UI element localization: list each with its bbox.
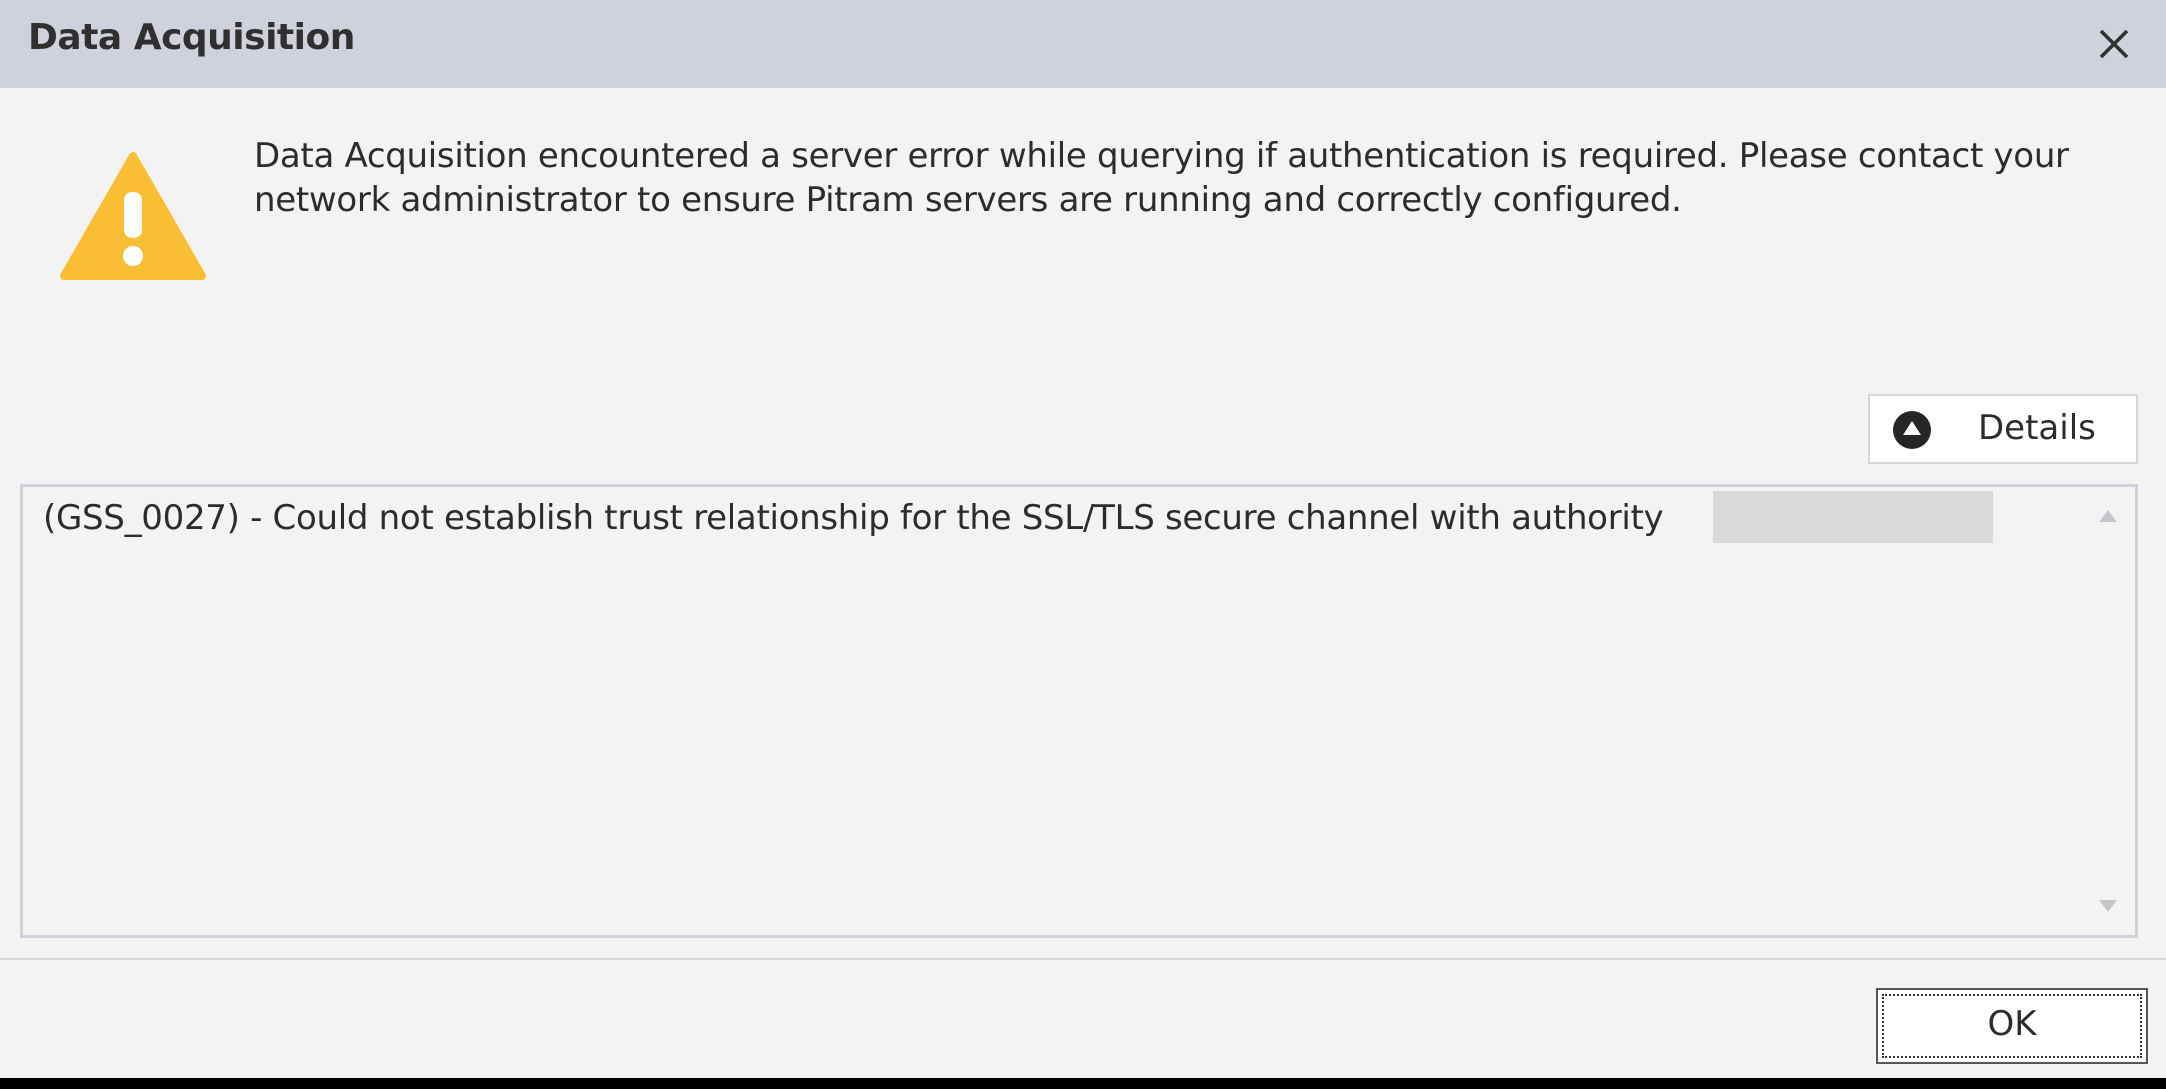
window-title: Data Acquisition — [28, 17, 355, 58]
title-bar[interactable]: Data Acquisition — [0, 0, 2166, 88]
ok-button[interactable]: OK — [1876, 988, 2148, 1064]
details-button[interactable]: Details — [1868, 394, 2138, 464]
scroll-up-button[interactable] — [2093, 501, 2123, 531]
scroll-up-icon — [2099, 510, 2117, 522]
scroll-down-button[interactable] — [2093, 891, 2123, 921]
close-icon — [2099, 29, 2129, 59]
error-message: Data Acquisition encountered a server er… — [254, 136, 2069, 220]
footer-separator — [0, 958, 2166, 960]
dialog-window: Data Acquisition Data Acquisition encoun… — [0, 0, 2166, 1078]
warning-icon — [60, 152, 206, 280]
close-button[interactable] — [2080, 10, 2148, 78]
collapse-up-icon — [1893, 411, 1931, 449]
redacted-block — [1713, 491, 1993, 543]
scroll-down-icon — [2099, 900, 2117, 912]
details-textbox[interactable]: (GSS_0027) - Could not establish trust r… — [20, 484, 2138, 938]
details-button-label: Details — [1978, 408, 2096, 448]
details-text: (GSS_0027) - Could not establish trust r… — [43, 498, 1664, 538]
ok-button-label: OK — [1987, 1004, 2037, 1044]
